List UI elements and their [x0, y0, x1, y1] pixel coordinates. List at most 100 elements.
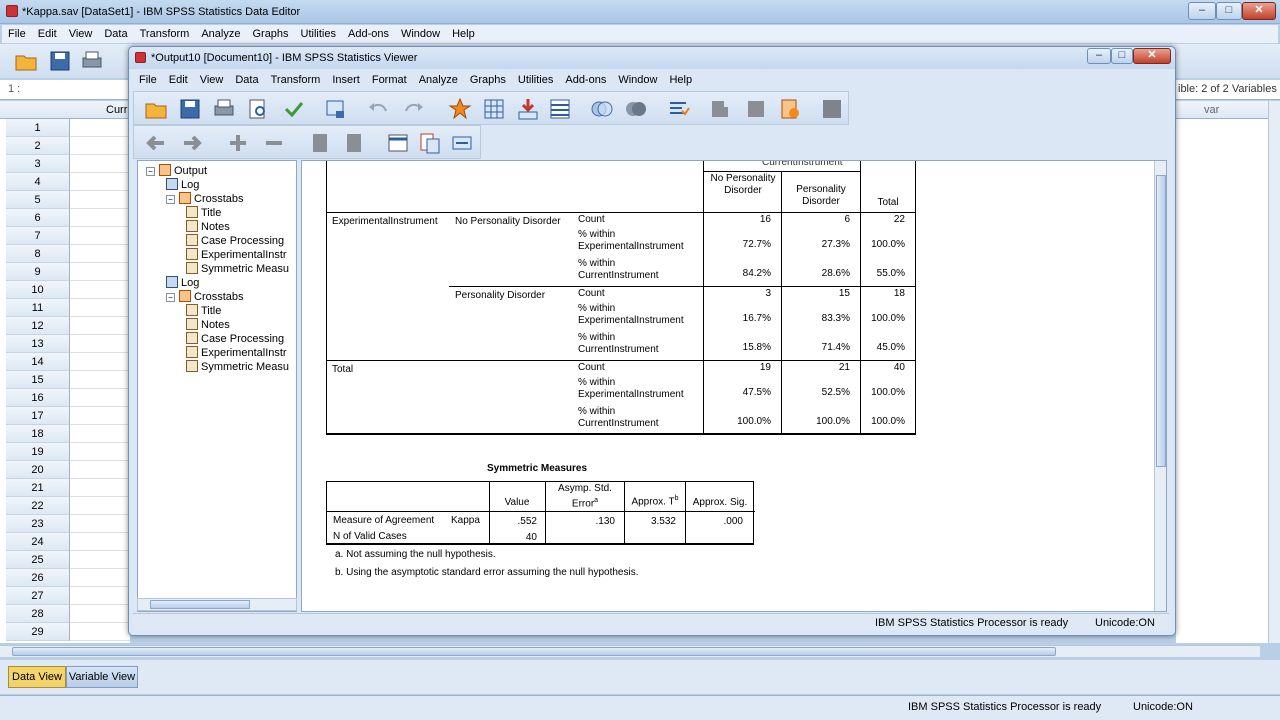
- data-cell[interactable]: [70, 137, 130, 155]
- outline-item[interactable]: ExperimentalInstr: [186, 248, 287, 262]
- row-header[interactable]: 2: [6, 137, 70, 155]
- content-vscrollbar[interactable]: [1154, 161, 1166, 611]
- outline-item[interactable]: Title: [186, 206, 221, 220]
- insert-heading-icon[interactable]: [386, 131, 410, 155]
- data-cell[interactable]: [70, 155, 130, 173]
- outline-item[interactable]: Case Processing: [186, 332, 284, 346]
- editor-vertical-scrollbar[interactable]: [1268, 101, 1280, 643]
- outline-hscroll-thumb[interactable]: [150, 600, 250, 609]
- data-cell[interactable]: [70, 605, 130, 623]
- data-cell[interactable]: [70, 227, 130, 245]
- tab-variable-view[interactable]: Variable View: [66, 666, 138, 688]
- outline-item[interactable]: Notes: [186, 318, 230, 332]
- editor-menu-window[interactable]: Window: [395, 25, 446, 43]
- row-header[interactable]: 1: [6, 119, 70, 137]
- variables-icon[interactable]: [548, 97, 572, 121]
- row-header[interactable]: 21: [6, 479, 70, 497]
- outline-item[interactable]: Log: [166, 178, 199, 192]
- back-arrow-icon[interactable]: [144, 131, 168, 155]
- row-header[interactable]: 3: [6, 155, 70, 173]
- show-icon[interactable]: [308, 131, 332, 155]
- column-header-var[interactable]: var: [1204, 104, 1219, 116]
- viewer-menu-format[interactable]: Format: [366, 71, 413, 89]
- insert-chart-icon[interactable]: [820, 97, 844, 121]
- editor-hscroll-thumb[interactable]: [12, 647, 1056, 656]
- row-header[interactable]: 11: [6, 299, 70, 317]
- designate-window-icon[interactable]: [778, 97, 802, 121]
- data-cell[interactable]: [70, 335, 130, 353]
- data-cell[interactable]: [70, 425, 130, 443]
- viewer-menu-help[interactable]: Help: [663, 71, 698, 89]
- collapse-minus-icon[interactable]: [262, 131, 286, 155]
- row-header[interactable]: 8: [6, 245, 70, 263]
- row-header[interactable]: 20: [6, 461, 70, 479]
- hide-icon[interactable]: [342, 131, 366, 155]
- data-cell[interactable]: [70, 533, 130, 551]
- data-cell[interactable]: [70, 443, 130, 461]
- row-header[interactable]: 22: [6, 497, 70, 515]
- viewer-open-icon[interactable]: [144, 97, 168, 121]
- insert-text-icon[interactable]: [450, 131, 474, 155]
- row-header[interactable]: 15: [6, 371, 70, 389]
- outline-item[interactable]: Notes: [186, 220, 230, 234]
- print-preview-icon[interactable]: [246, 97, 270, 121]
- goto-case-icon[interactable]: [482, 97, 506, 121]
- data-cell[interactable]: [70, 299, 130, 317]
- editor-close-button[interactable]: ✕: [1242, 2, 1276, 20]
- outline-hscrollbar[interactable]: [137, 598, 297, 611]
- row-header[interactable]: 23: [6, 515, 70, 533]
- symmetric-measures-table[interactable]: Value Asymp. Std. Errora Approx. Tb Appr…: [326, 481, 755, 545]
- editor-menu-transform[interactable]: Transform: [134, 25, 196, 43]
- data-cell[interactable]: [70, 317, 130, 335]
- row-header[interactable]: 29: [6, 623, 70, 641]
- demote-icon[interactable]: [744, 97, 768, 121]
- data-cell[interactable]: [70, 371, 130, 389]
- collapse-toggle-icon[interactable]: −: [166, 195, 175, 204]
- editor-minimize-button[interactable]: –: [1188, 2, 1216, 20]
- export-icon[interactable]: [282, 97, 306, 121]
- row-header[interactable]: 24: [6, 533, 70, 551]
- data-cell[interactable]: [70, 551, 130, 569]
- editor-menu-data[interactable]: Data: [98, 25, 133, 43]
- use-sets-icon[interactable]: [590, 97, 614, 121]
- row-header[interactable]: 5: [6, 191, 70, 209]
- viewer-print-icon[interactable]: [212, 97, 236, 121]
- editor-menu-view[interactable]: View: [63, 25, 99, 43]
- viewer-menu-edit[interactable]: Edit: [163, 71, 194, 89]
- viewer-menu-utilities[interactable]: Utilities: [512, 71, 559, 89]
- forward-arrow-icon[interactable]: [180, 131, 204, 155]
- viewer-close-button[interactable]: ✕: [1133, 48, 1171, 64]
- row-header[interactable]: 6: [6, 209, 70, 227]
- viewer-menu-transform[interactable]: Transform: [265, 71, 327, 89]
- collapse-toggle-icon[interactable]: −: [166, 293, 175, 302]
- data-cell[interactable]: [70, 515, 130, 533]
- data-cell[interactable]: [70, 623, 130, 641]
- spell-check-icon[interactable]: [666, 97, 690, 121]
- row-header[interactable]: 28: [6, 605, 70, 623]
- data-cell[interactable]: [70, 245, 130, 263]
- row-header[interactable]: 26: [6, 569, 70, 587]
- row-header[interactable]: 16: [6, 389, 70, 407]
- data-cell[interactable]: [70, 263, 130, 281]
- viewer-minimize-button[interactable]: –: [1087, 48, 1111, 64]
- viewer-menu-view[interactable]: View: [194, 71, 230, 89]
- outline-item[interactable]: − Output: [146, 164, 207, 178]
- data-cell[interactable]: [70, 479, 130, 497]
- insert-title-icon[interactable]: [418, 131, 442, 155]
- viewer-maximize-button[interactable]: □: [1111, 48, 1133, 64]
- editor-menu-add-ons[interactable]: Add-ons: [342, 25, 395, 43]
- data-cell[interactable]: [70, 353, 130, 371]
- row-header[interactable]: 12: [6, 317, 70, 335]
- row-header[interactable]: 17: [6, 407, 70, 425]
- goto-variable-icon[interactable]: [516, 97, 540, 121]
- row-header[interactable]: 13: [6, 335, 70, 353]
- goto-data-icon[interactable]: [448, 97, 472, 121]
- promote-icon[interactable]: [708, 97, 732, 121]
- outline-item[interactable]: Symmetric Measu: [186, 360, 289, 374]
- outline-item[interactable]: Case Processing: [186, 234, 284, 248]
- show-all-variables-icon[interactable]: [624, 97, 648, 121]
- tab-data-view[interactable]: Data View: [8, 666, 66, 688]
- data-cell[interactable]: [70, 461, 130, 479]
- outline-item[interactable]: Log: [166, 276, 199, 290]
- viewer-menu-window[interactable]: Window: [612, 71, 663, 89]
